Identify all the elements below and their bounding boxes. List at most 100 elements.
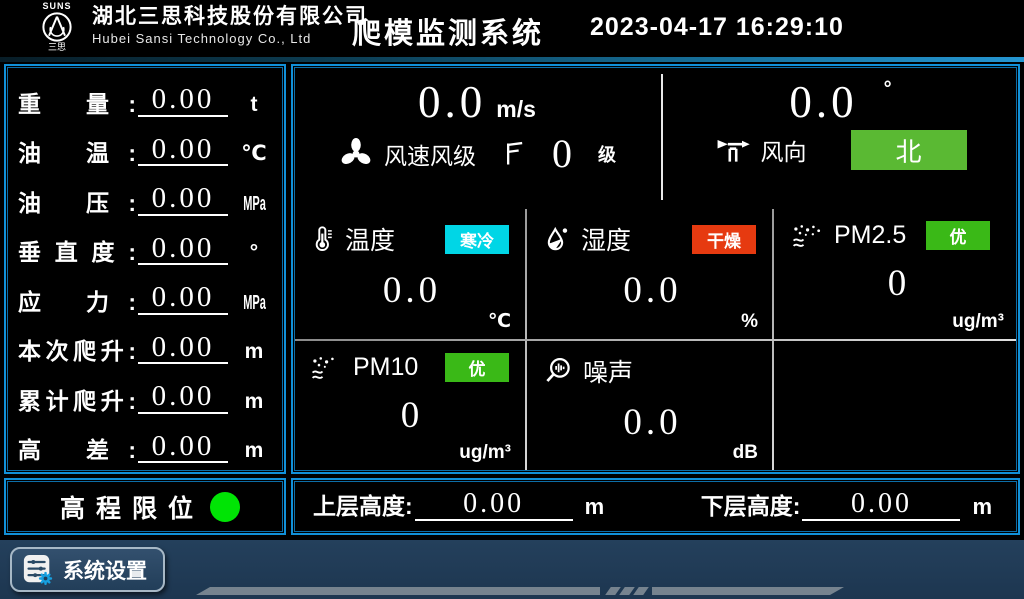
- wind-direction-badge: 北: [851, 130, 967, 170]
- humidity-value: 0.0: [543, 269, 762, 312]
- thermometer-icon: [309, 224, 335, 254]
- current-climb-unit: m: [234, 340, 274, 369]
- wind-direction-value: 0.0: [789, 77, 857, 127]
- system-settings-label: 系统设置: [63, 555, 147, 585]
- height-diff-label: 高 差:: [18, 431, 136, 468]
- upper-height-value: 0.00: [415, 489, 573, 520]
- pm25-status-badge: 优: [926, 221, 990, 250]
- lower-height-group: 下层高度: 0.00 m: [701, 487, 992, 527]
- verticality-value: 0.00: [138, 233, 228, 265]
- row-oil-pressure: 油 压: 0.00 MPa: [18, 171, 274, 221]
- wind-direction-section: 0.0 ° 风向 北: [663, 66, 1018, 208]
- wind-speed-label: 风速风级: [384, 137, 476, 171]
- row-height-diff: 高 差: 0.00 m: [18, 419, 274, 469]
- pm25-label: PM2.5: [834, 221, 906, 250]
- pm10-tile: PM10 优 0 ug/m³: [293, 341, 525, 470]
- company-name: 湖北三思科技股份有限公司 Hubei Sansi Technology Co.,…: [92, 4, 368, 48]
- company-logo: SUNS 三思: [26, 1, 88, 56]
- company-name-cn: 湖北三思科技股份有限公司: [92, 4, 368, 30]
- pm25-tile: PM2.5 优 0 ug/m³: [774, 209, 1018, 339]
- datetime-display: 2023-04-17 16:29:10: [590, 13, 844, 42]
- stress-value: 0.00: [138, 282, 228, 314]
- pm10-unit: ug/m³: [459, 442, 511, 464]
- temperature-header: 温度 寒冷: [309, 221, 515, 257]
- row-oil-temp: 油 温: 0.00 ℃: [18, 122, 274, 172]
- layer-heights-box: 上层高度: 0.00 m 下层高度: 0.00 m: [291, 478, 1020, 535]
- pm10-header: PM10 优: [309, 353, 515, 382]
- footer-decor-stripe: [652, 587, 844, 595]
- sansi-logo-icon: [40, 11, 74, 43]
- humidity-status-badge: 干燥: [692, 225, 756, 254]
- wind-speed-section: 0.0 m/s 风速风级 0 级: [293, 66, 661, 208]
- logo-suns-text: SUNS: [26, 1, 88, 11]
- noise-header: 噪声: [543, 353, 762, 389]
- temperature-value: 0.0: [309, 269, 515, 312]
- humidity-tile: 湿度 干燥 0.0 %: [527, 209, 772, 339]
- wind-direction-unit: °: [884, 78, 892, 100]
- noise-label: 噪声: [583, 353, 633, 389]
- wind-speed-unit: m/s: [496, 96, 536, 122]
- noise-meter-icon: [543, 356, 573, 386]
- wind-vane-icon: [715, 134, 751, 166]
- current-climb-value: 0.00: [138, 332, 228, 364]
- pm25-unit: ug/m³: [952, 311, 1004, 333]
- footer-decor-stripe: [196, 587, 600, 595]
- wind-direction-reading: 0.0 °: [663, 76, 1018, 128]
- upper-height-unit: m: [585, 494, 605, 527]
- wind-level-unit: 级: [598, 141, 616, 167]
- oil-pressure-label: 油 压:: [18, 184, 136, 221]
- elevation-limit-label: 高程限位: [50, 489, 204, 525]
- row-total-climb: 累计爬升: 0.00 m: [18, 369, 274, 419]
- noise-tile: 噪声 0.0 dB: [527, 341, 772, 470]
- footer-bar: 系统设置: [0, 540, 1024, 599]
- page-title: 爬模监测系统: [352, 10, 544, 52]
- header: SUNS 三思 湖北三思科技股份有限公司 Hubei Sansi Technol…: [0, 0, 1024, 57]
- weight-unit: t: [234, 93, 274, 122]
- company-name-en: Hubei Sansi Technology Co., Ltd: [92, 30, 368, 48]
- noise-unit: dB: [733, 442, 758, 464]
- temperature-status-badge: 寒冷: [445, 225, 509, 254]
- upper-height-group: 上层高度: 0.00 m: [313, 487, 604, 527]
- pm25-value: 0: [790, 262, 1008, 305]
- wind-direction-row: 风向 北: [663, 130, 1018, 170]
- wind-level-row: 风速风级 0 级: [293, 130, 661, 177]
- height-diff-unit: m: [234, 439, 274, 468]
- height-diff-value: 0.00: [138, 431, 228, 463]
- oil-temp-label: 油 温:: [18, 134, 136, 171]
- lower-height-unit: m: [972, 494, 992, 527]
- temperature-label: 温度: [345, 221, 395, 257]
- fan-icon: [338, 136, 374, 172]
- wind-speed-value: 0.0: [418, 77, 486, 127]
- stress-label: 应 力:: [18, 283, 136, 320]
- particles-icon: [309, 354, 343, 382]
- lower-height-value: 0.00: [802, 489, 960, 520]
- row-current-climb: 本次爬升: 0.00 m: [18, 320, 274, 370]
- pm10-status-badge: 优: [445, 353, 509, 382]
- elevation-limit-indicator: [210, 492, 240, 522]
- temperature-tile: 温度 寒冷 0.0 ℃: [293, 209, 525, 339]
- lower-height-label: 下层高度:: [701, 487, 801, 527]
- pm25-header: PM2.5 优: [790, 221, 1008, 250]
- total-climb-value: 0.00: [138, 381, 228, 413]
- oil-temp-unit: ℃: [234, 141, 274, 171]
- oil-pressure-unit: MPa: [234, 192, 274, 221]
- header-underline-bar: [0, 57, 1024, 62]
- temperature-unit: ℃: [488, 310, 511, 333]
- noise-value: 0.0: [543, 401, 762, 444]
- weight-value: 0.00: [138, 84, 228, 116]
- wind-level-value: 0: [552, 130, 572, 177]
- humidity-unit: %: [741, 311, 758, 333]
- verticality-unit: °: [234, 241, 274, 270]
- settings-sliders-icon: [22, 554, 54, 586]
- wind-direction-label: 风向: [761, 133, 807, 167]
- current-climb-label: 本次爬升:: [18, 332, 136, 369]
- wind-speed-reading: 0.0 m/s: [293, 76, 661, 128]
- upper-height-label: 上层高度:: [313, 487, 413, 527]
- oil-pressure-value: 0.00: [138, 183, 228, 215]
- row-weight: 重 量: 0.00 t: [18, 72, 274, 122]
- system-settings-button[interactable]: 系统设置: [10, 547, 165, 592]
- stress-unit: MPa: [234, 291, 274, 320]
- droplet-icon: [543, 224, 571, 254]
- verticality-label: 垂直度:: [18, 233, 136, 270]
- humidity-header: 湿度 干燥: [543, 221, 762, 257]
